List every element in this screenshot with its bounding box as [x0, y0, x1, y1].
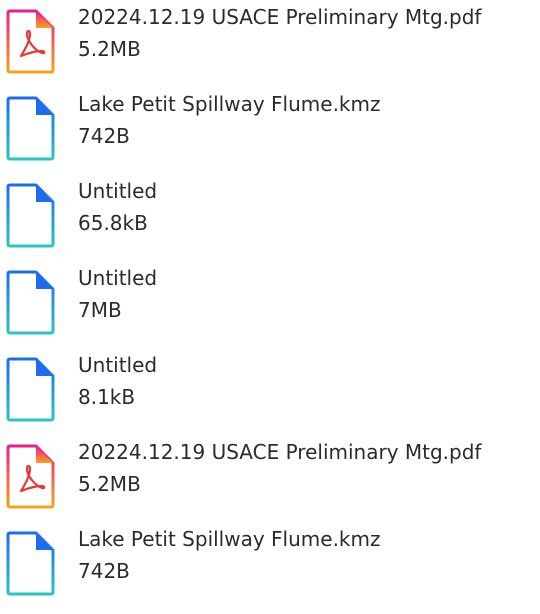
file-size: 5.2MB: [78, 472, 141, 496]
file-size: 7MB: [78, 298, 122, 322]
file-name: Untitled: [78, 353, 158, 377]
file-size: 5.2MB: [78, 37, 141, 61]
file-size: 742B: [78, 124, 130, 148]
generic-file-icon: [6, 95, 56, 161]
file-name: Lake Petit Spillway Flume.kmz: [78, 527, 381, 551]
file-name: Untitled: [78, 179, 158, 203]
file-item-4[interactable]: Untitled 8.1kB: [0, 348, 540, 434]
generic-file-icon: [6, 356, 56, 422]
generic-file-icon: [6, 530, 56, 596]
file-item-2[interactable]: Untitled 65.8kB: [0, 174, 540, 260]
generic-file-icon: [6, 182, 56, 248]
file-item-0[interactable]: 20224.12.19 USACE Preliminary Mtg.pdf 5.…: [0, 0, 540, 86]
file-item-3[interactable]: Untitled 7MB: [0, 261, 540, 347]
pdf-file-icon: [6, 443, 56, 509]
file-item-1[interactable]: Lake Petit Spillway Flume.kmz 742B: [0, 87, 540, 173]
file-list: 20224.12.19 USACE Preliminary Mtg.pdf 5.…: [0, 0, 540, 614]
file-item-6[interactable]: Lake Petit Spillway Flume.kmz 742B: [0, 522, 540, 608]
file-name: 20224.12.19 USACE Preliminary Mtg.pdf: [78, 440, 482, 464]
file-name: 20224.12.19 USACE Preliminary Mtg.pdf: [78, 5, 482, 29]
file-size: 8.1kB: [78, 385, 136, 409]
pdf-file-icon: [6, 8, 56, 74]
file-size: 742B: [78, 559, 130, 583]
file-size: 65.8kB: [78, 211, 148, 235]
file-name: Untitled: [78, 266, 158, 290]
generic-file-icon: [6, 269, 56, 335]
file-item-5[interactable]: 20224.12.19 USACE Preliminary Mtg.pdf 5.…: [0, 435, 540, 521]
file-name: Lake Petit Spillway Flume.kmz: [78, 92, 381, 116]
